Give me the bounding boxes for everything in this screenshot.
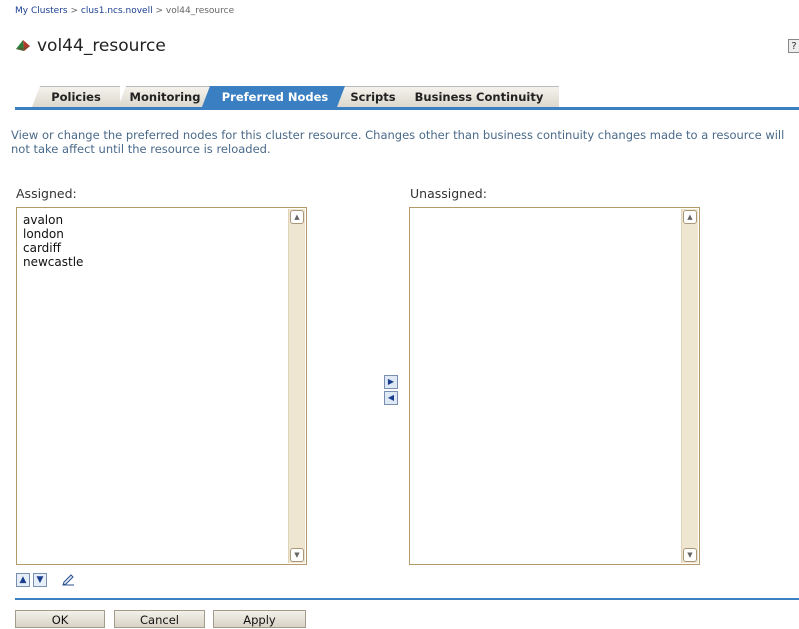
breadcrumb-separator: > — [70, 6, 79, 16]
arrow-left-icon[interactable]: ◀ — [384, 391, 398, 405]
list-item[interactable]: avalon — [23, 213, 83, 227]
scroll-down-icon[interactable]: ▼ — [290, 548, 304, 562]
tab-business-continuity[interactable]: Business Continuity — [399, 86, 559, 107]
assigned-list[interactable]: avalon london cardiff newcastle ▲ ▼ — [16, 207, 307, 565]
assigned-items: avalon london cardiff newcastle — [23, 213, 83, 269]
page-title: vol44_resource — [37, 36, 166, 56]
breadcrumb-current: vol44_resource — [165, 6, 235, 16]
page-description: View or change the preferred nodes for t… — [11, 128, 785, 156]
cluster-resource-icon — [16, 40, 30, 51]
scrollbar[interactable]: ▲ ▼ — [681, 209, 698, 563]
tab-divider — [15, 107, 799, 110]
apply-button[interactable]: Apply — [213, 610, 306, 628]
tab-preferred-nodes[interactable]: Preferred Nodes — [202, 86, 348, 107]
scrollbar[interactable]: ▲ ▼ — [288, 209, 305, 563]
breadcrumb: My Clusters > clus1.ncs.novell > vol44_r… — [15, 6, 234, 16]
list-item[interactable]: cardiff — [23, 241, 83, 255]
tab-scripts[interactable]: Scripts — [337, 86, 409, 107]
pencil-icon[interactable] — [61, 573, 75, 587]
scroll-down-icon[interactable]: ▼ — [683, 548, 697, 562]
tab-policies[interactable]: Policies — [32, 86, 120, 107]
scroll-up-icon[interactable]: ▲ — [683, 210, 697, 224]
arrow-down-icon[interactable]: ▼ — [33, 573, 47, 587]
unassigned-label: Unassigned: — [410, 186, 487, 201]
breadcrumb-separator: > — [155, 6, 164, 16]
breadcrumb-cluster[interactable]: clus1.ncs.novell — [81, 6, 153, 16]
list-item[interactable]: london — [23, 227, 83, 241]
breadcrumb-my-clusters[interactable]: My Clusters — [15, 6, 68, 16]
arrow-up-icon[interactable]: ▲ — [16, 573, 30, 587]
cancel-button[interactable]: Cancel — [114, 610, 205, 628]
help-button[interactable]: ? — [788, 39, 799, 53]
footer-divider — [15, 598, 799, 600]
list-item[interactable]: newcastle — [23, 255, 83, 269]
scroll-up-icon[interactable]: ▲ — [290, 210, 304, 224]
ok-button[interactable]: OK — [15, 610, 105, 628]
tab-monitoring[interactable]: Monitoring — [118, 86, 212, 107]
assigned-label: Assigned: — [16, 186, 77, 201]
tab-bar: Policies Monitoring Preferred Nodes Scri… — [15, 86, 799, 110]
unassigned-list[interactable]: ▲ ▼ — [409, 207, 700, 565]
arrow-right-icon[interactable]: ▶ — [384, 375, 398, 389]
title-row: vol44_resource — [15, 36, 166, 56]
